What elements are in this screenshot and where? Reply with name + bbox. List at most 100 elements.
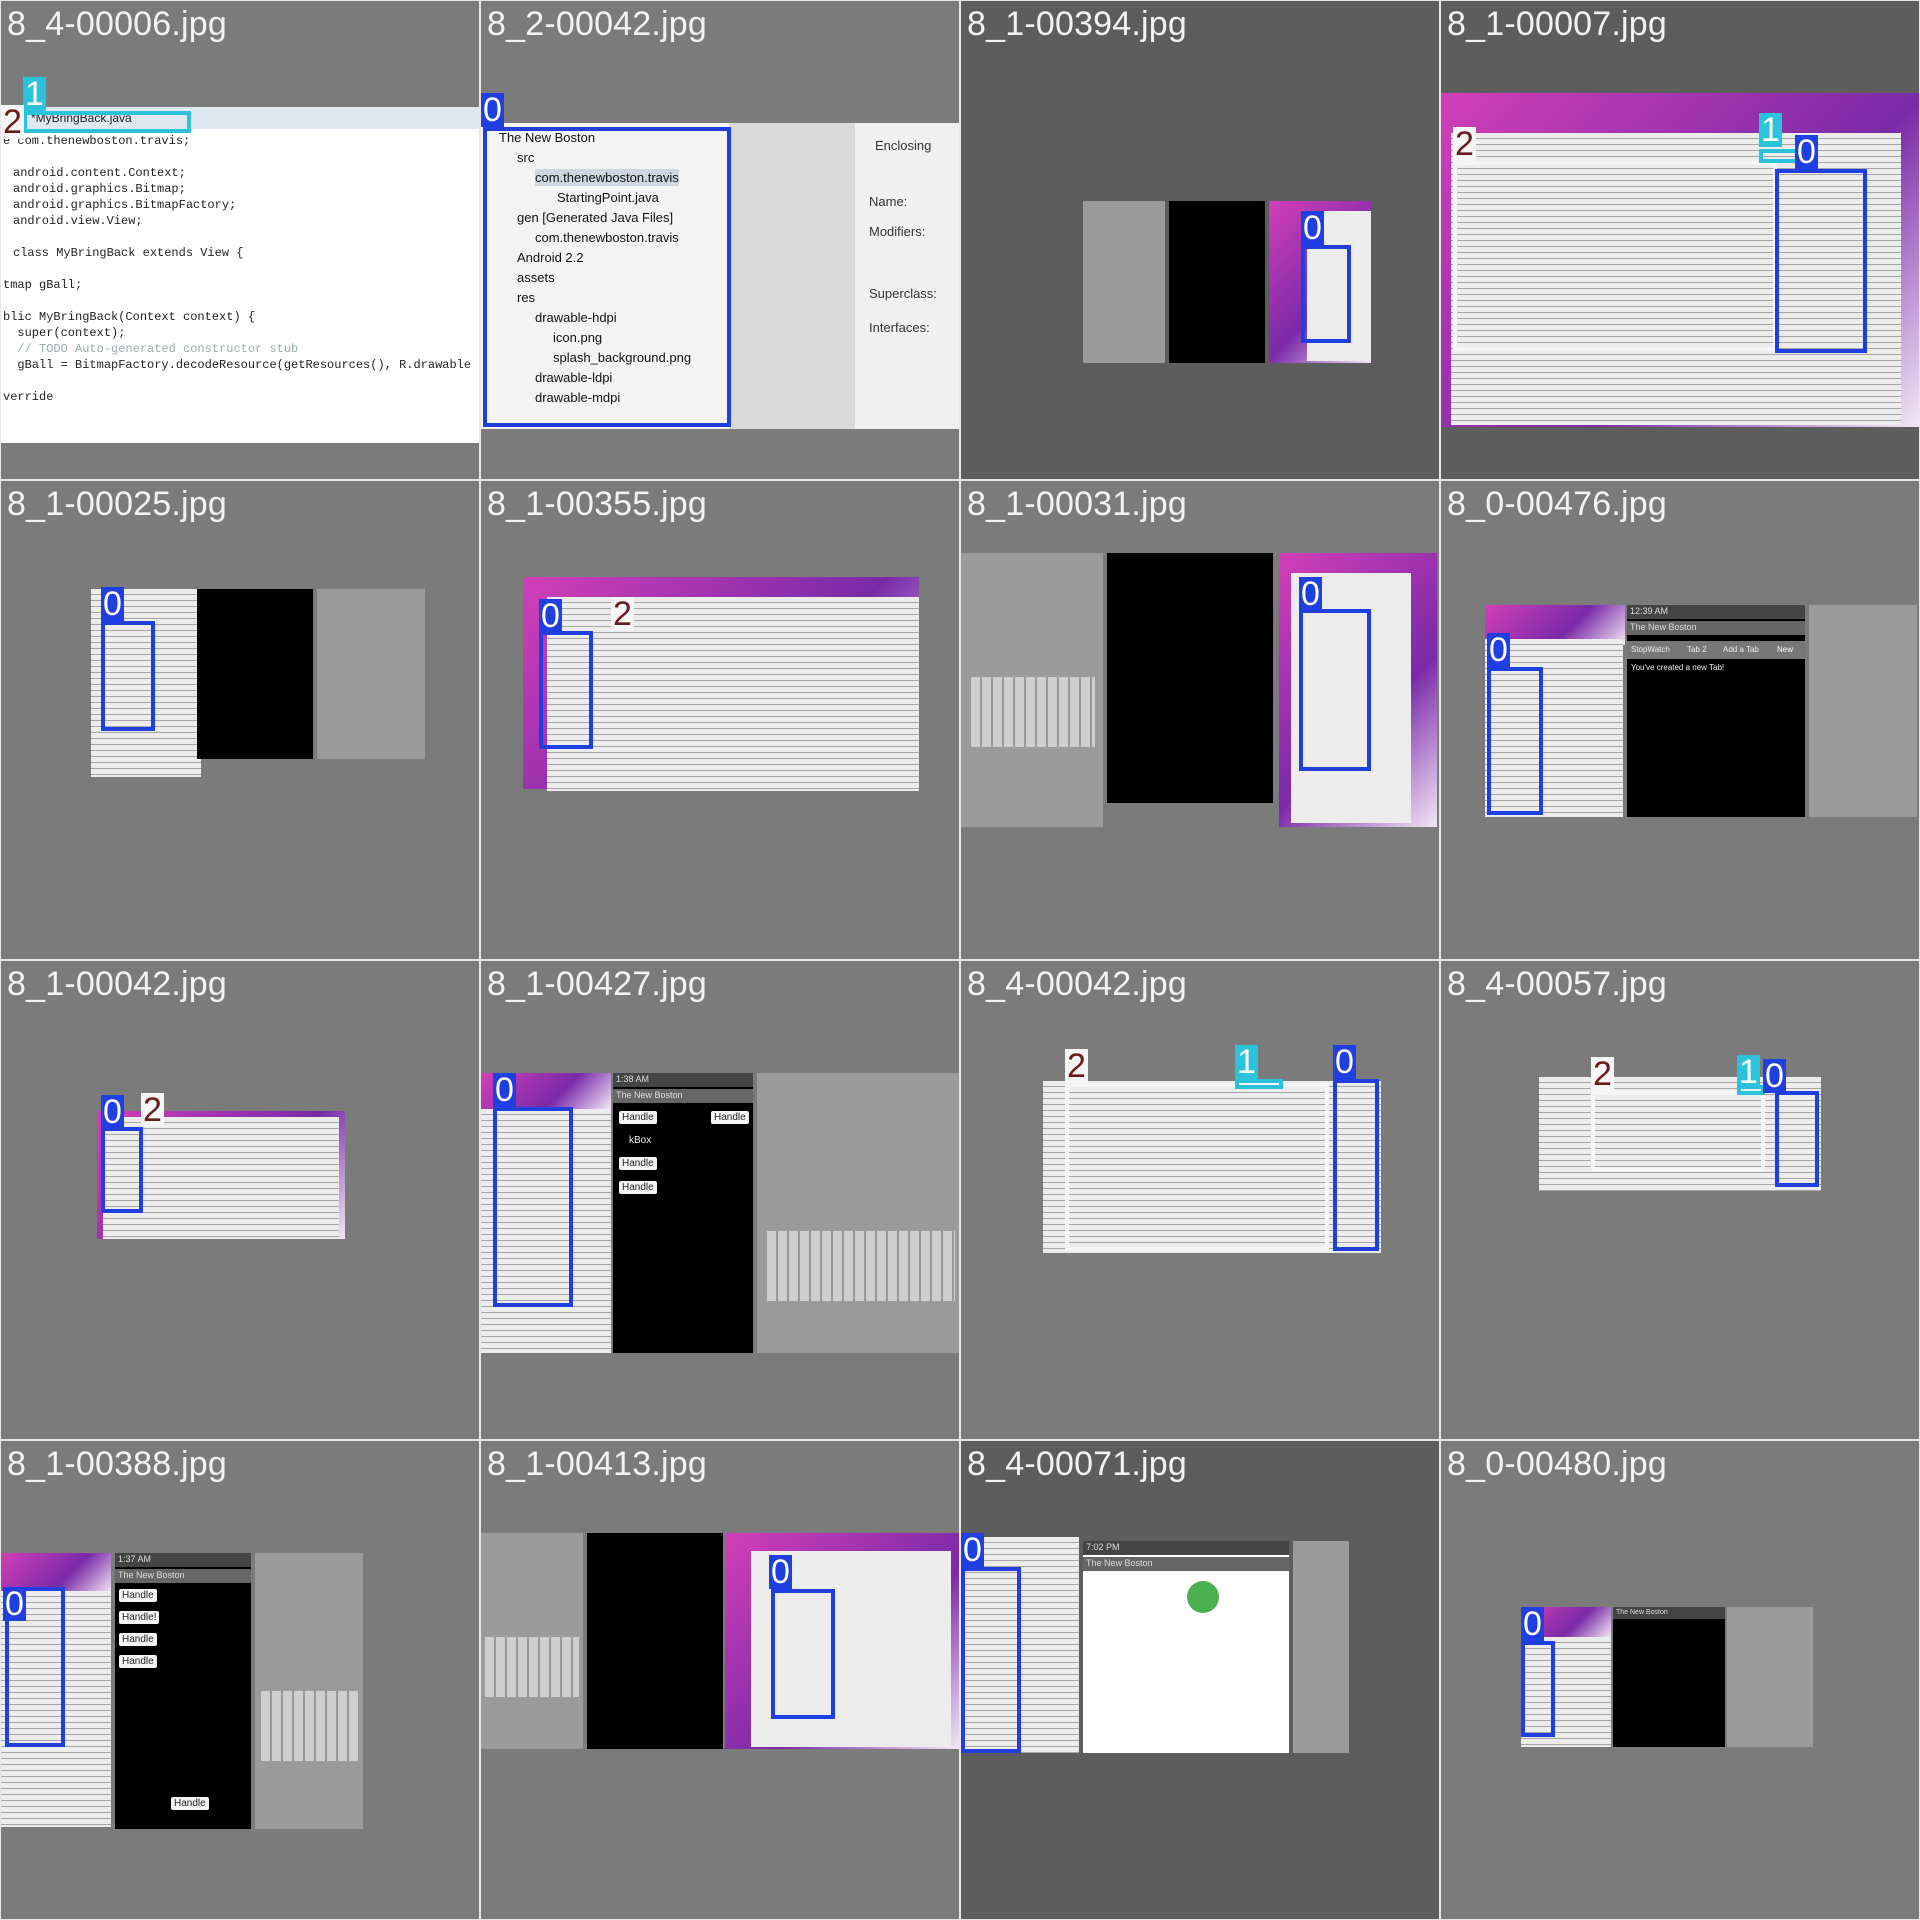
tile-8_1-00355[interactable]: 8_1-00355.jpg 0 2: [481, 481, 959, 959]
tile-filename: 8_1-00427.jpg: [487, 965, 708, 1003]
emulator-screen: [1613, 1607, 1725, 1747]
handle-button[interactable]: Handle: [119, 1655, 157, 1668]
app-title: The New Boston: [613, 1089, 753, 1103]
box-label: 0: [3, 1585, 26, 1623]
code-line: // TODO Auto-generated constructor stub: [3, 342, 299, 356]
box-label: 2: [611, 595, 634, 633]
screenshot-code-editor: *MyBringBack.java e com.thenewboston.tra…: [1, 107, 479, 443]
code-line: gBall = BitmapFactory.decodeResource(get…: [3, 358, 472, 372]
detection-box: [1065, 1083, 1329, 1251]
box-label: 0: [1487, 631, 1510, 669]
status-bar-clock: 12:39 AM: [1627, 605, 1805, 619]
tile-filename: 8_0-00480.jpg: [1447, 1445, 1668, 1483]
box-label: 2: [1065, 1047, 1088, 1085]
tile-8_1-00042[interactable]: 8_1-00042.jpg 0 2: [1, 961, 479, 1439]
app-title: The New Boston: [115, 1569, 251, 1583]
box-label: 0: [1795, 133, 1818, 171]
handle-button[interactable]: Handle: [119, 1589, 157, 1602]
box-label: 0: [1333, 1043, 1356, 1081]
detection-box: [961, 1567, 1021, 1753]
box-label: 0: [769, 1553, 792, 1591]
handle-button[interactable]: Handle: [711, 1111, 749, 1124]
tile-8_1-00388[interactable]: 8_1-00388.jpg 1:37 AM The New Boston Han…: [1, 1441, 479, 1919]
box-label: 0: [1301, 209, 1324, 247]
field-label: Modifiers:: [869, 224, 926, 239]
tile-8_0-00476[interactable]: 8_0-00476.jpg 12:39 AM The New Boston St…: [1441, 481, 1919, 959]
app-title: The New Boston: [1613, 1607, 1725, 1619]
new-class-dialog-panel: [855, 123, 959, 429]
box-label: 0: [493, 1071, 516, 1109]
emulator-skin: [1293, 1541, 1349, 1753]
detection-box: [1453, 161, 1777, 351]
tile-8_1-00031[interactable]: 8_1-00031.jpg 0: [961, 481, 1439, 959]
box-label: 1: [1235, 1043, 1258, 1081]
emulator-screen: [1169, 201, 1265, 363]
app-title: The New Boston: [1083, 1557, 1289, 1571]
code-line: android.graphics.BitmapFactory;: [13, 198, 237, 212]
box-label: 0: [101, 1093, 124, 1131]
tile-8_1-00413[interactable]: 8_1-00413.jpg 0: [481, 1441, 959, 1919]
tile-filename: 8_1-00042.jpg: [7, 965, 228, 1003]
detection-box: [101, 621, 155, 731]
checkbox-label[interactable]: kBox: [629, 1135, 651, 1146]
tile-8_4-00057[interactable]: 8_4-00057.jpg 2 1 0: [1441, 961, 1919, 1439]
handle-button[interactable]: Handle: [619, 1111, 657, 1124]
emulator-keyboard: [485, 1637, 579, 1697]
enclosing-checkbox-label[interactable]: Enclosing: [875, 137, 931, 155]
tile-8_2-00042[interactable]: 8_2-00042.jpg The New Boston src com.the…: [481, 1, 959, 479]
detection-box: [1775, 169, 1867, 353]
tile-filename: 8_4-00071.jpg: [967, 1445, 1188, 1483]
tile-8_1-00007[interactable]: 8_1-00007.jpg 2 1 0: [1441, 1, 1919, 479]
thumbnail-grid: 8_4-00006.jpg *MyBringBack.java e com.th…: [0, 0, 1920, 1920]
detection-box: [1299, 609, 1371, 771]
tile-8_4-00006[interactable]: 8_4-00006.jpg *MyBringBack.java e com.th…: [1, 1, 479, 479]
detection-box: [1775, 1091, 1819, 1187]
handle-button-bottom[interactable]: Handle: [171, 1797, 209, 1810]
detection-box: [1487, 667, 1543, 815]
status-bar-clock: 7:02 PM: [1083, 1541, 1289, 1555]
tile-8_4-00042[interactable]: 8_4-00042.jpg 2 1 0: [961, 961, 1439, 1439]
code-line: android.graphics.Bitmap;: [13, 182, 186, 196]
tile-8_1-00427[interactable]: 8_1-00427.jpg 1:38 AM The New Boston Han…: [481, 961, 959, 1439]
box-label: 0: [539, 597, 562, 635]
app-title: The New Boston: [1627, 621, 1805, 635]
tile-filename: 8_1-00355.jpg: [487, 485, 708, 523]
code-line: class MyBringBack extends View {: [13, 246, 244, 260]
tile-8_4-00071[interactable]: 8_4-00071.jpg 7:02 PM The New Boston 0: [961, 1441, 1439, 1919]
tab-2[interactable]: Tab 2: [1687, 645, 1707, 654]
emulator-keyboard: [767, 1231, 955, 1301]
tile-8_1-00394[interactable]: 8_1-00394.jpg 0: [961, 1, 1439, 479]
emulator-skin: [757, 1073, 959, 1353]
box-label: 0: [961, 1531, 984, 1569]
tile-filename: 8_4-00042.jpg: [967, 965, 1188, 1003]
emulator-skin: [1083, 201, 1165, 363]
code-line: android.view.View;: [13, 214, 143, 228]
emulator-skin: [317, 589, 425, 759]
tile-8_1-00025[interactable]: 8_1-00025.jpg 0: [1, 481, 479, 959]
emulator-keyboard: [971, 677, 1095, 747]
handle-button[interactable]: Handle: [119, 1633, 157, 1646]
tile-filename: 8_4-00057.jpg: [1447, 965, 1668, 1003]
detection-box: [539, 631, 593, 749]
box-label: 1: [1737, 1053, 1760, 1091]
ide-window: [547, 597, 919, 791]
emulator-screen: [197, 589, 313, 759]
tile-8_0-00480[interactable]: 8_0-00480.jpg The New Boston 0: [1441, 1441, 1919, 1919]
tile-filename: 8_0-00476.jpg: [1447, 485, 1668, 523]
tab-stopwatch[interactable]: StopWatch: [1631, 645, 1670, 654]
tile-filename: 8_2-00042.jpg: [487, 5, 708, 43]
detection-box: [1333, 1079, 1379, 1251]
tab-new[interactable]: New: [1777, 645, 1793, 654]
handle-button[interactable]: Handle!: [119, 1611, 160, 1624]
tile-filename: 8_1-00394.jpg: [967, 5, 1188, 43]
field-label: Interfaces:: [869, 320, 930, 335]
box-label: 2: [1453, 125, 1476, 163]
handle-button[interactable]: Handle: [619, 1181, 657, 1194]
tab-bar: StopWatch Tab 2 Add a Tab New: [1627, 641, 1805, 659]
handle-button[interactable]: Handle: [619, 1157, 657, 1170]
tab-add[interactable]: Add a Tab: [1723, 645, 1759, 654]
box-label: 2: [1591, 1055, 1614, 1093]
code-line: e com.thenewboston.travis;: [3, 134, 191, 148]
emulator-screen: [1083, 1541, 1289, 1753]
emulator-screen: [587, 1533, 723, 1749]
